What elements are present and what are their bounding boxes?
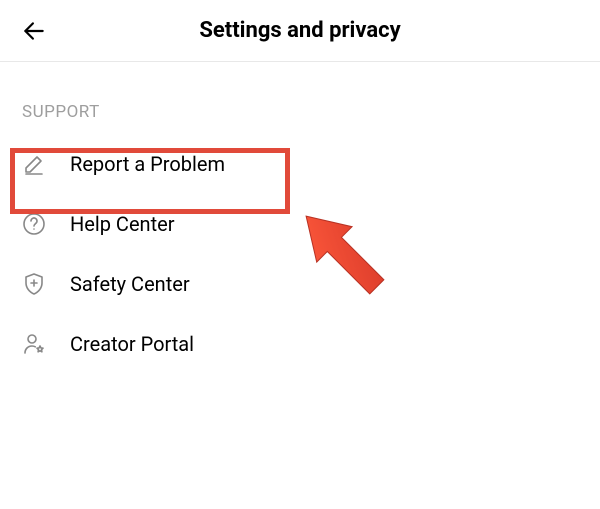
pencil-icon (22, 152, 54, 176)
menu-item-report-a-problem[interactable]: Report a Problem (0, 134, 600, 194)
menu-item-label: Report a Problem (70, 152, 225, 176)
section-header-support: SUPPORT (0, 62, 600, 134)
arrow-left-icon (21, 18, 47, 44)
menu-item-label: Help Center (70, 212, 175, 236)
question-circle-icon (22, 212, 54, 236)
menu-item-help-center[interactable]: Help Center (0, 194, 600, 254)
menu-item-safety-center[interactable]: Safety Center (0, 254, 600, 314)
menu-item-creator-portal[interactable]: Creator Portal (0, 314, 600, 374)
menu-item-label: Safety Center (70, 272, 190, 296)
user-star-icon (22, 332, 54, 356)
shield-plus-icon (22, 272, 54, 296)
page-title: Settings and privacy (0, 18, 600, 43)
back-button[interactable] (20, 17, 48, 45)
menu-item-label: Creator Portal (70, 332, 194, 356)
header-bar: Settings and privacy (0, 0, 600, 62)
